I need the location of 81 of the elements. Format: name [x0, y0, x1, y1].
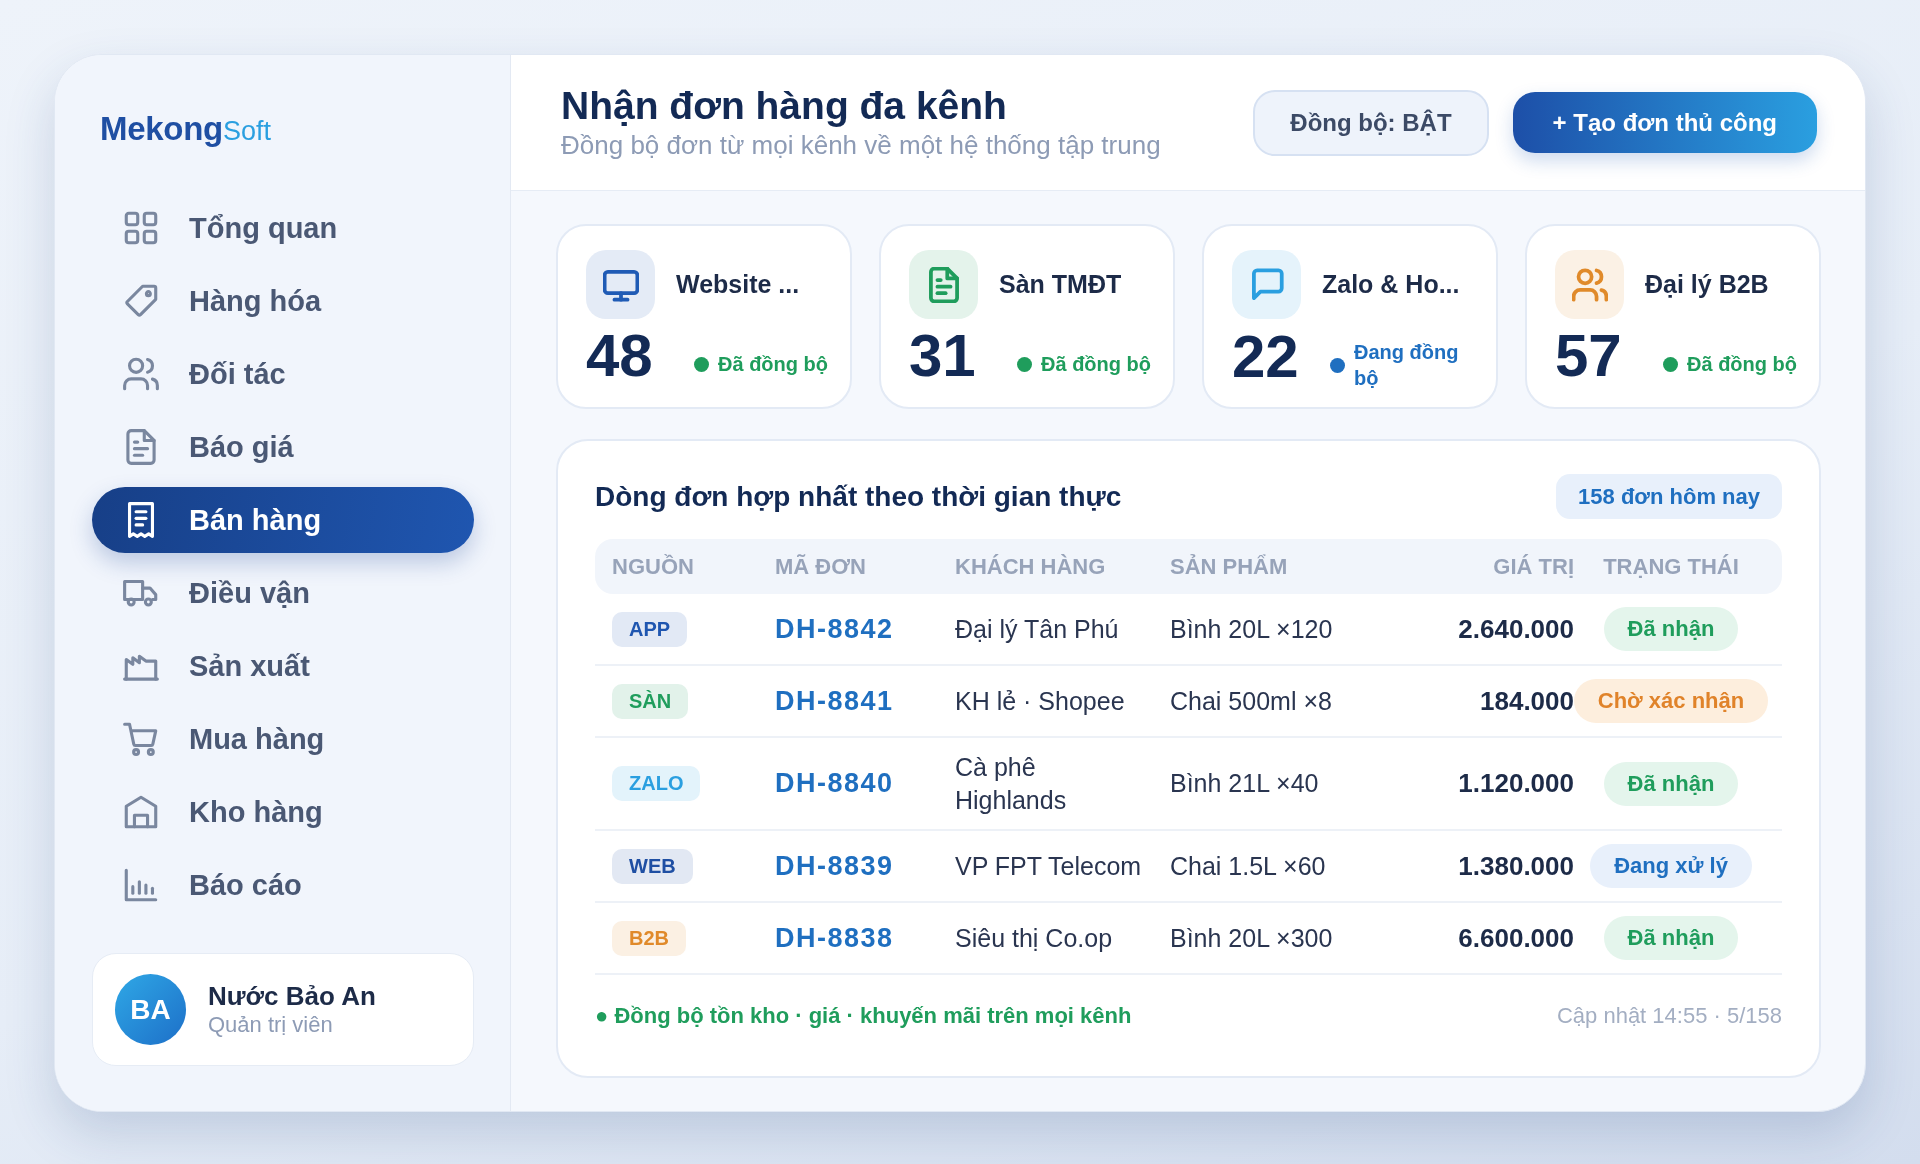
nav-item[interactable]: Kho hàng — [92, 779, 474, 846]
warehouse-icon — [123, 794, 159, 831]
status-badge: Chờ xác nhận — [1573, 679, 1769, 723]
avatar-initials: BA — [115, 974, 186, 1046]
sync-status: Đã đồng bộ — [1041, 352, 1151, 377]
source-badge: ZALO — [612, 766, 701, 801]
document-icon — [909, 250, 978, 319]
page-title: Nhận đơn hàng đa kênh — [561, 84, 1007, 128]
product-name: Chai 500ml ×8 — [1170, 685, 1332, 717]
product-name: Bình 20L ×120 — [1170, 613, 1333, 645]
order-count: 31 — [909, 323, 976, 389]
create-order-button[interactable]: + Tạo đơn thủ công — [1512, 92, 1817, 153]
status-badge: Đang xử lý — [1590, 844, 1752, 888]
sync-status: Đã đồng bộ — [718, 352, 828, 377]
status-badge: Đã nhận — [1603, 761, 1739, 806]
order-value: 1.120.000 — [1458, 768, 1574, 799]
bar-chart-icon — [123, 867, 159, 904]
order-count: 57 — [1555, 323, 1622, 389]
order-value: 184.000 — [1480, 685, 1574, 717]
order-value: 6.600.000 — [1458, 922, 1574, 954]
logo: MekongSoft — [100, 111, 271, 148]
monitor-icon — [586, 250, 655, 319]
column-header: MÃ ĐƠN — [775, 553, 867, 580]
status-badge: Đã nhận — [1603, 607, 1739, 651]
count-badge: 158 đơn hôm nay — [1556, 474, 1782, 519]
channel-name: Đại lý B2B — [1645, 270, 1769, 299]
order-id-link[interactable]: DH-8838 — [775, 922, 894, 954]
document-icon — [123, 429, 159, 466]
sync-status: Đang đồng bộ — [1354, 340, 1460, 391]
customer-name: Siêu thị Co.op — [955, 922, 1113, 954]
source-badge: B2B — [612, 920, 686, 956]
nav-item[interactable]: Đối tác — [92, 341, 474, 408]
panel-title: Dòng đơn hợp nhất theo thời gian thực — [595, 480, 1122, 513]
product-name: Bình 21L ×40 — [1170, 768, 1319, 800]
column-header: NGUỒN — [612, 553, 695, 580]
order-id-link[interactable]: DH-8841 — [775, 685, 894, 717]
user-name: Nước Bảo An — [208, 981, 376, 1013]
source-badge: SÀN — [612, 683, 689, 719]
column-header: GIÁ TRỊ — [1492, 553, 1574, 580]
nav-item[interactable]: Bán hàng — [92, 487, 474, 554]
nav-item[interactable]: Báo cáo — [92, 852, 474, 919]
order-count: 22 — [1232, 324, 1299, 390]
nav-item[interactable]: Điều vận — [92, 560, 474, 627]
page-subtitle: Đồng bộ đơn từ mọi kênh về một hệ thống tập trung — [561, 129, 1161, 161]
column-header: SẢN PHẨM — [1170, 553, 1289, 580]
nav-item[interactable]: Báo giá — [92, 414, 474, 481]
status-badge: Đã nhận — [1603, 916, 1739, 960]
customer-name: Cà phê Highlands — [955, 752, 1068, 816]
nav-item[interactable]: Sản xuất — [92, 633, 474, 700]
product-name: Chai 1.5L ×60 — [1170, 850, 1326, 882]
customer-name: KH lẻ · Shopee — [955, 685, 1125, 717]
order-id-link[interactable]: DH-8840 — [775, 768, 894, 799]
product-name: Bình 20L ×300 — [1170, 922, 1333, 954]
tag-icon — [123, 283, 159, 320]
column-header: KHÁCH HÀNG — [955, 553, 1107, 580]
column-header: TRẠNG THÁI — [1602, 553, 1740, 580]
order-value: 1.380.000 — [1458, 850, 1574, 882]
channel-name: Zalo & Ho... — [1322, 270, 1460, 299]
sync-status: Đã đồng bộ — [1687, 352, 1797, 377]
nav-item[interactable]: Tổng quan — [92, 195, 474, 262]
channel-name: Website ... — [676, 270, 800, 299]
customer-name: Đại lý Tân Phú — [955, 613, 1119, 645]
order-id-link[interactable]: DH-8839 — [775, 850, 894, 882]
nav-item[interactable]: Hàng hóa — [92, 268, 474, 335]
people-icon — [1555, 250, 1624, 319]
channel-name: Sàn TMĐT — [999, 270, 1122, 299]
cart-icon — [123, 721, 159, 758]
chat-bubble-icon — [1232, 250, 1301, 319]
nav-item[interactable]: Mua hàng — [92, 706, 474, 773]
people-icon — [123, 356, 159, 393]
sync-toggle-button[interactable]: Đồng bộ: BẬT — [1253, 89, 1489, 156]
customer-name: VP FPT Telecom — [955, 850, 1142, 882]
order-value: 2.640.000 — [1458, 613, 1574, 645]
source-badge: WEB — [612, 848, 693, 884]
order-id-link[interactable]: DH-8842 — [775, 613, 894, 645]
update-info: Cập nhật 14:55 · 5/158 — [1556, 1003, 1782, 1029]
source-badge: APP — [612, 611, 688, 647]
order-count: 48 — [586, 323, 653, 389]
sync-note: ● Đồng bộ tồn kho · giá · khuyến mãi trên mọi kênh — [595, 1003, 1132, 1029]
user-role: Quản trị viên — [208, 1012, 333, 1039]
grid-icon — [123, 210, 159, 247]
